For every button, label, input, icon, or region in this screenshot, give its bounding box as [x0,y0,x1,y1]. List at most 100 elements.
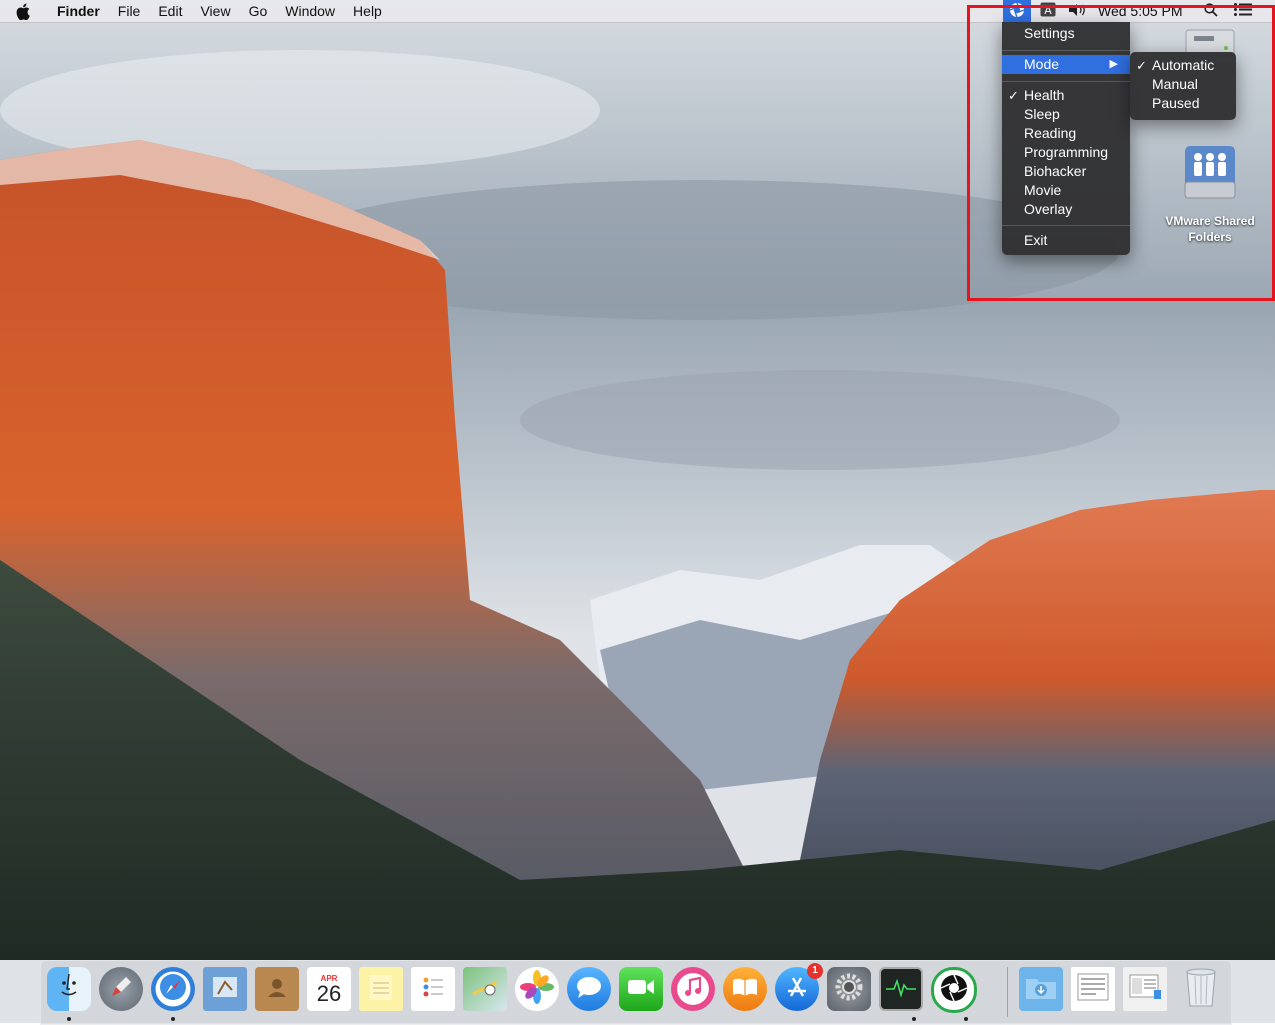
menu-item-label: Biohacker [1024,163,1087,179]
dock-system-preferences[interactable] [827,967,871,1011]
dock-ibooks[interactable] [723,967,767,1011]
dock-maps[interactable] [463,967,507,1011]
reminders-icon [418,972,448,1007]
running-indicator [67,1017,71,1021]
menu-file[interactable]: File [109,0,150,22]
menu-view[interactable]: View [191,0,239,22]
menu-item-label: Automatic [1152,57,1215,73]
notification-center-item[interactable] [1231,0,1255,22]
activity-monitor-icon [885,975,917,1004]
menu-separator [1002,225,1130,226]
calendar-icon: APR 26 [317,974,341,1005]
menu-item-mode[interactable]: Mode ▶ [1002,55,1130,74]
calendar-day: 26 [316,980,342,1006]
menu-item-programming[interactable]: Programming [1002,143,1130,162]
volume-status-item[interactable] [1066,0,1090,22]
mail-icon [210,972,240,1007]
menu-item-label: Manual [1152,76,1198,92]
dock-safari[interactable] [151,967,195,1011]
submenu-arrow-icon: ▶ [1109,58,1118,70]
dock-contacts[interactable] [255,967,299,1011]
dock-messages[interactable] [567,967,611,1011]
running-indicator [171,1017,175,1021]
trash-icon [1184,966,1218,1013]
menu-item-label: Settings [1024,25,1075,41]
dock-calendar[interactable]: APR 26 [307,967,351,1011]
messages-icon [574,974,604,1005]
app-menu-finder[interactable]: Finder [48,0,109,22]
menu-item-label: Programming [1024,144,1109,160]
menu-item-label: Paused [1152,95,1200,111]
mode-submenu: ✓ Automatic Manual Paused [1130,52,1236,120]
dock-mail[interactable] [203,967,247,1011]
facetime-icon [626,976,656,1003]
dock-divider [1007,967,1008,1017]
notes-icon [366,972,396,1007]
iris-aperture-icon [1009,2,1025,21]
text-input-status-item[interactable]: A [1038,0,1058,22]
menu-item-label: Reading [1024,125,1077,141]
dock-itunes[interactable] [671,967,715,1011]
iris-status-item[interactable] [1003,0,1031,22]
launchpad-icon [108,974,134,1005]
menu-help[interactable]: Help [344,0,391,22]
notification-badge: 1 [807,963,823,979]
submenu-item-paused[interactable]: Paused [1130,94,1236,113]
app-store-icon [784,974,810,1005]
dock-facetime[interactable] [619,967,663,1011]
menu-edit[interactable]: Edit [149,0,191,22]
menu-item-sleep[interactable]: Sleep [1002,105,1130,124]
desktop-icon-label: VMware Shared Folders [1165,214,1255,244]
keyboard-input-icon: A [1040,2,1056,20]
menu-separator [1002,50,1130,51]
svg-text:A: A [1044,4,1052,17]
dock-document-stack[interactable] [1071,967,1115,1011]
menu-item-label: Movie [1024,182,1062,198]
photos-icon [520,969,554,1009]
dock-app-store[interactable]: 1 [775,963,823,1011]
iris-aperture-icon [939,973,969,1008]
dock-activity-monitor[interactable] [879,967,923,1011]
menu-separator [1002,81,1130,82]
shared-folder-drive-icon [1182,146,1238,207]
safari-icon [158,972,188,1007]
running-indicator [912,1017,916,1021]
menu-bar: Finder File Edit View Go Window Help A W… [0,0,1275,23]
menu-item-reading[interactable]: Reading [1002,124,1130,143]
menu-item-health[interactable]: ✓ Health [1002,86,1130,105]
running-indicator [964,1017,968,1021]
menu-item-biohacker[interactable]: Biohacker [1002,162,1130,181]
menu-item-settings[interactable]: Settings [1002,24,1130,43]
menu-item-movie[interactable]: Movie [1002,181,1130,200]
apple-menu-icon[interactable] [16,2,32,20]
spotlight-status-item[interactable] [1201,0,1221,22]
submenu-item-manual[interactable]: Manual [1130,75,1236,94]
dock-launchpad[interactable] [99,967,143,1011]
menu-window[interactable]: Window [276,0,344,22]
dock-iris[interactable] [931,967,977,1013]
itunes-icon [681,975,705,1004]
dock-reminders[interactable] [411,967,455,1011]
dock-trash[interactable] [1179,967,1223,1011]
dock-notes[interactable] [359,967,403,1011]
speaker-volume-icon [1068,3,1088,20]
search-icon [1204,2,1218,20]
menu-go[interactable]: Go [240,0,277,22]
dock: APR 26 1 [40,960,1232,1025]
menu-item-label: Overlay [1024,201,1073,217]
desktop-vmware-shared-folders[interactable]: VMware Shared Folders [1160,140,1260,250]
menubar-clock[interactable]: Wed 5:05 PM [1098,0,1183,22]
dock-downloads-stack[interactable] [1019,967,1063,1011]
submenu-item-automatic[interactable]: ✓ Automatic [1130,56,1236,75]
dock-screenshot-stack[interactable] [1123,967,1167,1011]
dock-photos[interactable] [515,967,559,1011]
menu-item-label: Health [1024,87,1065,103]
menu-item-label: Mode [1024,56,1060,72]
document-stack-icon [1076,972,1110,1007]
menu-item-exit[interactable]: Exit [1002,231,1130,250]
menu-item-label: Exit [1024,232,1048,248]
menu-item-overlay[interactable]: Overlay [1002,200,1130,219]
dock-finder[interactable] [47,967,91,1011]
menu-item-label: Sleep [1024,106,1060,122]
gear-icon [833,971,865,1008]
